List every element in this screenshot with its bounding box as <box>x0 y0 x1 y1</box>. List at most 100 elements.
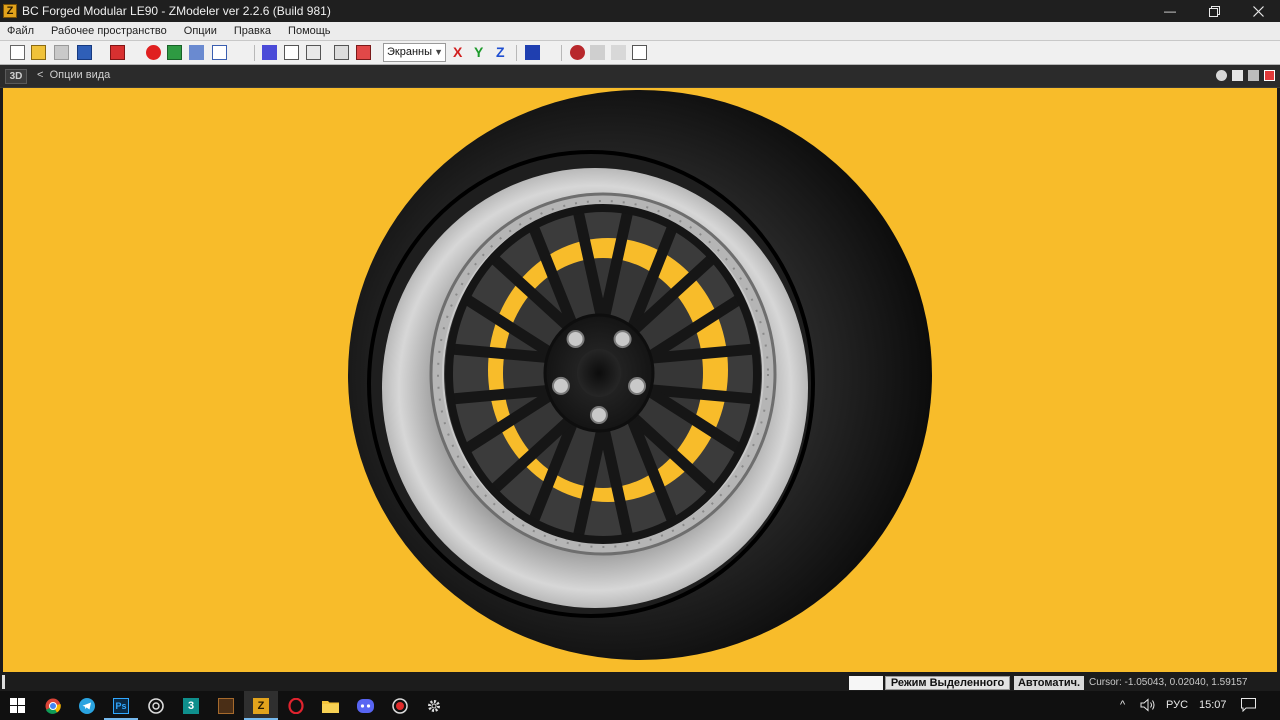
render-mode-select[interactable]: Экранны ▼ <box>383 43 446 62</box>
windows-taskbar: Ps 3 Z ^ РУС 15:07 <box>0 691 1280 720</box>
notifications-button[interactable] <box>1241 691 1256 720</box>
status-empty-field <box>849 676 883 690</box>
explorer-icon <box>321 700 339 713</box>
toolbar-separator <box>516 45 517 61</box>
app-icon <box>218 697 234 714</box>
app-button[interactable] <box>209 691 243 720</box>
clock[interactable]: 15:07 <box>1199 691 1227 720</box>
cursor-coordinates: Cursor: -1.05043, 0.02040, 1.59157 <box>1089 677 1248 688</box>
chevron-down-icon: ▼ <box>434 47 443 57</box>
image-tool-icon[interactable] <box>167 45 182 60</box>
link-tool-icon[interactable] <box>189 45 204 60</box>
photoshop-icon: Ps <box>113 697 129 714</box>
telegram-icon <box>79 697 95 714</box>
menu-edit[interactable]: Правка <box>234 25 271 37</box>
cube-alt-icon[interactable] <box>306 45 321 60</box>
settings-button[interactable] <box>417 691 451 720</box>
start-icon <box>9 698 25 713</box>
volume-button[interactable] <box>1140 691 1156 720</box>
maximize-view-icon[interactable] <box>1264 70 1275 81</box>
photoshop-button[interactable]: Ps <box>104 691 138 720</box>
status-grip <box>2 675 5 689</box>
open-folder-icon[interactable] <box>31 45 46 60</box>
light-icon[interactable] <box>525 45 540 60</box>
menu-help[interactable]: Помощь <box>288 25 331 37</box>
axis-y-toggle[interactable]: Y <box>474 44 483 61</box>
tray-overflow-button[interactable]: ^ <box>1120 691 1125 720</box>
notification-icon <box>1241 698 1256 713</box>
close-icon <box>1252 5 1264 17</box>
chrome-icon <box>45 698 61 714</box>
lug-nut <box>613 330 632 349</box>
record-tool-icon[interactable] <box>146 45 161 60</box>
discord-button[interactable] <box>348 691 382 720</box>
axis-z-toggle[interactable]: Z <box>496 44 505 61</box>
view-options[interactable]: < Опции вида <box>37 69 110 81</box>
opera-button[interactable] <box>279 691 313 720</box>
close-button[interactable] <box>1236 0 1280 22</box>
speaker-icon <box>1140 698 1155 712</box>
chrome-button[interactable] <box>36 691 70 720</box>
lug-nut <box>628 377 647 396</box>
main-toolbar: Экранны ▼ X Y Z <box>0 41 1280 65</box>
start-button[interactable] <box>0 691 34 720</box>
select-tool-icon[interactable] <box>262 45 277 60</box>
zoom-icon[interactable] <box>1216 70 1227 81</box>
lug-nut <box>566 329 585 348</box>
viewport-header: 3D < Опции вида <box>0 65 1280 88</box>
import-icon[interactable] <box>77 45 92 60</box>
export-icon[interactable] <box>110 45 125 60</box>
multi-cube-icon[interactable] <box>334 45 349 60</box>
minimize-view-icon[interactable] <box>1248 70 1259 81</box>
window-title: BC Forged Modular LE90 - ZModeler ver 2.… <box>22 4 331 18</box>
new-file-icon[interactable] <box>10 45 25 60</box>
viewport-3d-badge[interactable]: 3D <box>5 69 27 84</box>
status-bar: Режим Выделенного Автоматич. Cursor: -1.… <box>0 673 1280 691</box>
measure-icon[interactable] <box>590 45 605 60</box>
restore-button[interactable] <box>1192 0 1236 22</box>
obs-button[interactable] <box>139 691 173 720</box>
settings-icon <box>428 699 440 712</box>
opera-icon <box>288 697 304 714</box>
menu-options[interactable]: Опции <box>184 25 217 37</box>
record-button[interactable] <box>383 691 417 720</box>
3dsmax-label: 3 <box>187 699 195 712</box>
record-icon <box>392 697 408 714</box>
photoshop-label: Ps <box>115 700 127 711</box>
minimize-button[interactable]: — <box>1148 0 1192 22</box>
zmodeler-icon: Z <box>253 697 269 714</box>
menu-file[interactable]: Файл <box>7 25 34 37</box>
chevron-up-icon: ^ <box>1120 699 1126 711</box>
red-cube-icon[interactable] <box>356 45 371 60</box>
lug-nut <box>589 405 608 424</box>
axis-x-toggle[interactable]: X <box>453 44 462 61</box>
title-bar: Z BC Forged Modular LE90 - ZModeler ver … <box>0 0 1280 22</box>
pan-hand-icon[interactable] <box>1232 70 1243 81</box>
3d-viewport[interactable] <box>3 88 1277 672</box>
render-mode-value: Экранны <box>387 46 433 58</box>
obs-icon <box>148 697 164 714</box>
toolbar-separator <box>561 45 562 61</box>
chevron-left-icon: < <box>37 69 44 81</box>
discord-icon <box>356 698 374 713</box>
telegram-button[interactable] <box>70 691 104 720</box>
zmodeler-taskbar-label: Z <box>257 699 265 712</box>
zmodeler-taskbar-button[interactable]: Z <box>244 691 278 720</box>
uv-map-icon[interactable] <box>632 45 647 60</box>
3dsmax-button[interactable]: 3 <box>174 691 208 720</box>
paint-icon[interactable] <box>570 45 585 60</box>
cube-icon[interactable] <box>284 45 299 60</box>
wheel-model <box>348 90 932 660</box>
lug-nut <box>551 376 570 395</box>
auto-status[interactable]: Автоматич. <box>1014 676 1084 690</box>
document-icon[interactable] <box>212 45 227 60</box>
explorer-button[interactable] <box>313 691 347 720</box>
menu-workspace[interactable]: Рабочее пространство <box>51 25 167 37</box>
restore-icon <box>1208 5 1220 17</box>
view-options-label: Опции вида <box>49 69 111 81</box>
selection-mode-status[interactable]: Режим Выделенного <box>885 676 1010 690</box>
snap-icon[interactable] <box>611 45 626 60</box>
language-indicator[interactable]: РУС <box>1166 691 1188 720</box>
save-icon[interactable] <box>54 45 69 60</box>
minimize-icon: — <box>1164 4 1176 18</box>
